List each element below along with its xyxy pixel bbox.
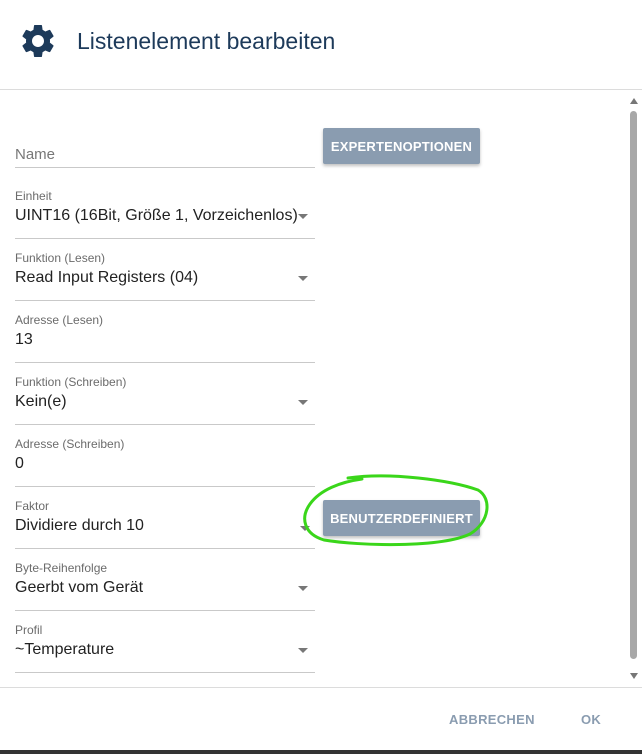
adresse-schreiben-label: Adresse (Schreiben) [15,437,125,451]
chevron-down-icon [300,526,310,531]
scrollbar-thumb[interactable] [630,111,637,659]
faktor-select[interactable]: Faktor Dividiere durch 10 [15,499,315,549]
profil-label: Profil [15,623,43,637]
gear-icon [22,24,54,57]
funktion-lesen-label: Funktion (Lesen) [15,251,106,265]
faktor-value: Dividiere durch 10 [15,517,144,534]
einheit-select[interactable]: Einheit UINT16 (16Bit, Größe 1, Vorzeich… [15,189,315,239]
chevron-down-icon [298,214,308,219]
chevron-down-icon [298,586,308,591]
cancel-button[interactable]: ABBRECHEN [449,712,535,727]
profil-select[interactable]: Profil ~Temperature [15,623,315,673]
funktion-schreiben-label: Funktion (Schreiben) [15,375,127,389]
chevron-down-icon [298,276,308,281]
scroll-down-icon[interactable] [630,673,638,679]
custom-button[interactable]: BENUTZERDEFINIERT [323,500,480,536]
name-field[interactable]: Name [15,136,315,168]
profil-value: ~Temperature [15,641,115,658]
adresse-lesen-value: 13 [15,331,33,348]
funktion-lesen-select[interactable]: Funktion (Lesen) Read Input Registers (0… [15,251,315,301]
window-bottom-edge [0,750,642,754]
byte-reihenfolge-select[interactable]: Byte-Reihenfolge Geerbt vom Gerät [15,561,315,611]
adresse-schreiben-input[interactable]: Adresse (Schreiben) 0 [15,437,315,487]
dialog-header: Listenelement bearbeiten [0,0,642,90]
byte-reihenfolge-label: Byte-Reihenfolge [15,561,108,575]
einheit-label: Einheit [15,189,52,203]
adresse-schreiben-value: 0 [15,455,24,472]
scrollbar[interactable] [627,93,642,687]
adresse-lesen-label: Adresse (Lesen) [15,313,104,327]
chevron-down-icon [298,400,308,405]
name-placeholder: Name [15,146,56,163]
ok-button[interactable]: OK [581,712,601,727]
faktor-label: Faktor [15,499,50,513]
scroll-up-icon[interactable] [630,98,638,104]
dialog-footer: ABBRECHEN OK [0,687,642,750]
byte-reihenfolge-value: Geerbt vom Gerät [15,579,144,596]
adresse-lesen-input[interactable]: Adresse (Lesen) 13 [15,313,315,363]
dialog-content: Name EXPERTENOPTIONEN Einheit UINT16 (16… [0,91,642,687]
dialog-title: Listenelement bearbeiten [77,28,336,54]
funktion-schreiben-value: Kein(e) [15,393,67,410]
funktion-lesen-value: Read Input Registers (04) [15,269,199,286]
expert-options-button[interactable]: EXPERTENOPTIONEN [323,128,480,164]
chevron-down-icon [298,648,308,653]
funktion-schreiben-select[interactable]: Funktion (Schreiben) Kein(e) [15,375,315,425]
einheit-value: UINT16 (16Bit, Größe 1, Vorzeichenlos) [15,207,298,224]
